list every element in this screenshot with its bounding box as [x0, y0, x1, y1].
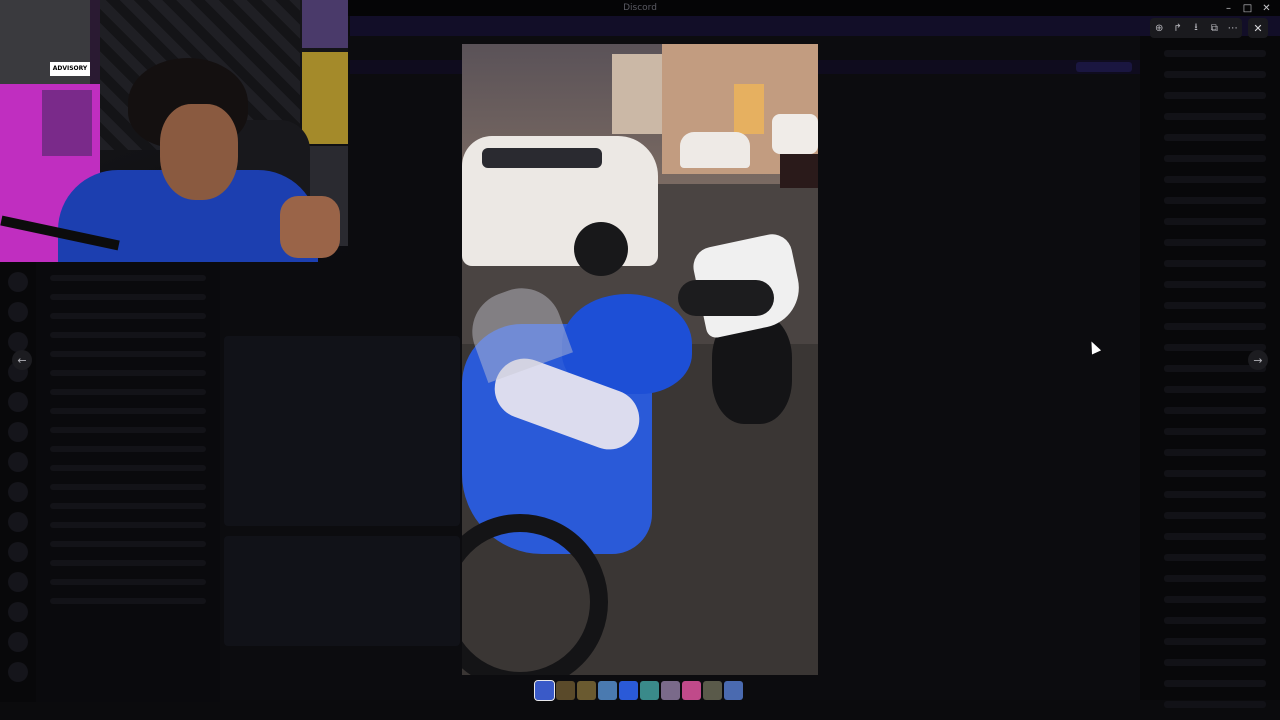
- thumbnail[interactable]: [661, 681, 680, 700]
- window-controls: – □ ✕: [1219, 0, 1276, 16]
- advisory-label: ADVISORY: [50, 62, 90, 76]
- thumbnail[interactable]: [640, 681, 659, 700]
- thumbnail[interactable]: [556, 681, 575, 700]
- forward-icon[interactable]: ↱: [1170, 23, 1186, 34]
- header-action-button[interactable]: [1076, 62, 1132, 72]
- next-image-button[interactable]: →: [1248, 350, 1268, 370]
- notice-banner: [350, 16, 1280, 36]
- close-window-button[interactable]: ✕: [1257, 0, 1276, 16]
- channel-list: [36, 262, 220, 702]
- thumbnail[interactable]: [682, 681, 701, 700]
- more-icon[interactable]: ⋯: [1225, 23, 1241, 34]
- close-viewer-button[interactable]: ✕: [1248, 18, 1268, 38]
- thumbnail-strip: [534, 680, 743, 701]
- thumbnail[interactable]: [703, 681, 722, 700]
- streamer-face: [160, 104, 238, 200]
- viewed-image[interactable]: [462, 44, 818, 675]
- download-icon[interactable]: ⭳: [1188, 20, 1204, 37]
- thumbnail[interactable]: [577, 681, 596, 700]
- previous-image-button[interactable]: ←: [12, 350, 32, 370]
- window-title: Discord: [623, 3, 657, 13]
- thumbnail[interactable]: [619, 681, 638, 700]
- thumbnail[interactable]: [724, 681, 743, 700]
- maximize-button[interactable]: □: [1238, 0, 1257, 16]
- thumbnail[interactable]: [598, 681, 617, 700]
- minimize-button[interactable]: –: [1219, 0, 1238, 16]
- app-window: Discord – □ ✕ ADVISORY ⊕ ↱ ⭳ ⧉ ⋯ ✕ ← →: [0, 0, 1280, 720]
- thumbnail[interactable]: [534, 680, 555, 701]
- open-external-icon[interactable]: ⧉: [1206, 23, 1222, 34]
- server-rail: [0, 262, 36, 702]
- webcam-overlay: ADVISORY: [0, 0, 348, 262]
- zoom-icon[interactable]: ⊕: [1151, 23, 1167, 34]
- image-viewer-toolbar: ⊕ ↱ ⭳ ⧉ ⋯: [1150, 18, 1242, 38]
